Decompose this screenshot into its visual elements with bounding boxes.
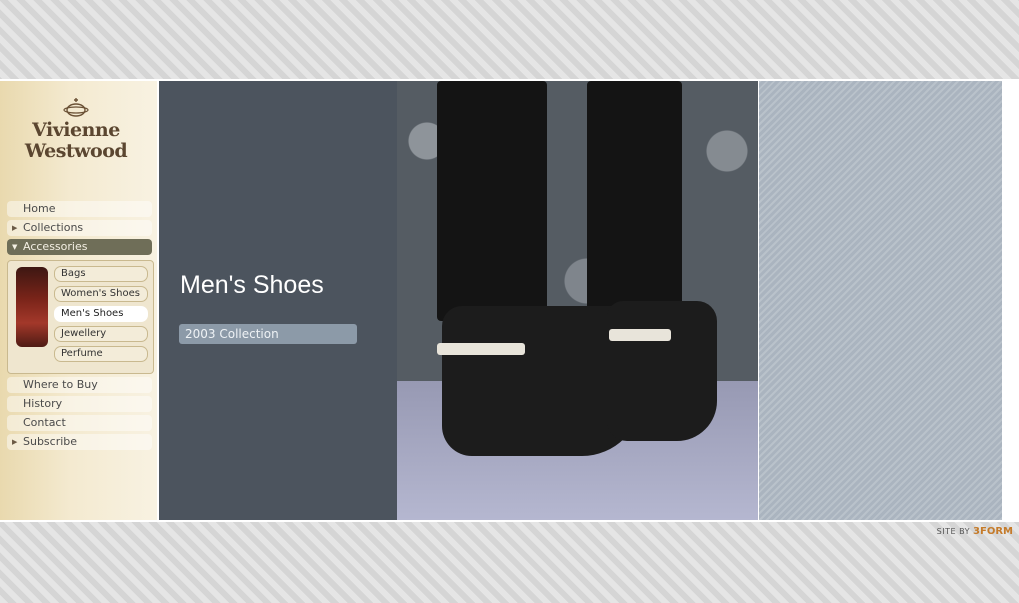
nav-item-collections[interactable]: ▶ Collections — [7, 220, 152, 236]
nav-label: History — [23, 397, 63, 410]
nav-label: Collections — [23, 221, 84, 234]
caret-right-icon: ▶ — [12, 224, 18, 232]
brand-name-line1: Vivienne — [32, 119, 120, 141]
submenu-list: Bags Women's Shoes Men's Shoes Jewellery… — [54, 266, 148, 366]
primary-nav: Home ▶ Collections ▼ Accessories — [7, 201, 152, 258]
decorative-panel — [759, 81, 1002, 520]
secondary-nav: Where to Buy History Contact ▶ Subscribe — [7, 377, 152, 453]
submenu-item-jewellery[interactable]: Jewellery — [54, 326, 148, 342]
right-boot-strap — [609, 329, 671, 341]
orb-logo-icon — [63, 98, 89, 117]
submenu-item-perfume[interactable]: Perfume — [54, 346, 148, 362]
site-frame: Vivienne Westwood Home ▶ Collections ▼ A… — [0, 79, 1019, 522]
nav-item-history[interactable]: History — [7, 396, 152, 412]
nav-label: Home — [23, 202, 56, 215]
nav-item-accessories[interactable]: ▼ Accessories — [7, 239, 152, 255]
product-photo — [397, 81, 758, 520]
submenu-item-bags[interactable]: Bags — [54, 266, 148, 282]
nav-item-subscribe[interactable]: ▶ Subscribe — [7, 434, 152, 450]
accessories-thumbnail — [16, 267, 48, 347]
credit-company: 3FORM — [973, 526, 1013, 537]
nav-item-where-to-buy[interactable]: Where to Buy — [7, 377, 152, 393]
left-boot-strap — [437, 343, 525, 355]
credit-prefix: SITE BY — [936, 527, 970, 536]
nav-item-home[interactable]: Home — [7, 201, 152, 217]
left-leg — [437, 81, 547, 321]
brand-logo[interactable]: Vivienne Westwood — [14, 97, 138, 171]
accessories-submenu: Bags Women's Shoes Men's Shoes Jewellery… — [7, 260, 154, 374]
nav-label: Accessories — [23, 240, 88, 253]
nav-label: Contact — [23, 416, 66, 429]
site-credit[interactable]: SITE BY 3FORM — [937, 526, 1013, 537]
nav-label: Subscribe — [23, 435, 78, 448]
right-leg — [587, 81, 682, 311]
page-title: Men's Shoes — [180, 271, 324, 299]
caret-right-icon: ▶ — [12, 438, 18, 446]
right-boot — [607, 301, 717, 441]
content-panel: Men's Shoes 2003 Collection — [159, 81, 397, 520]
nav-item-contact[interactable]: Contact — [7, 415, 152, 431]
brand-name-line2: Westwood — [24, 140, 128, 162]
sidebar: Vivienne Westwood Home ▶ Collections ▼ A… — [0, 81, 157, 520]
nav-label: Where to Buy — [23, 378, 98, 391]
caret-down-icon: ▼ — [12, 243, 18, 251]
submenu-item-mens-shoes[interactable]: Men's Shoes — [54, 306, 148, 322]
collection-button[interactable]: 2003 Collection — [179, 324, 357, 344]
submenu-item-womens-shoes[interactable]: Women's Shoes — [54, 286, 148, 302]
